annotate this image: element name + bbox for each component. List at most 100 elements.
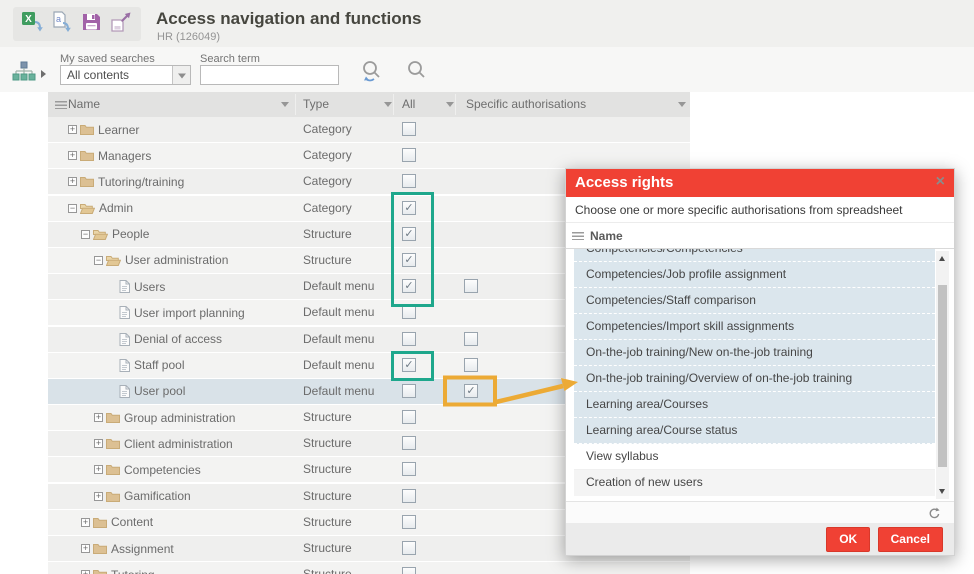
expand-toggle-icon[interactable]: + xyxy=(94,413,103,422)
row-label: User import planning xyxy=(134,306,245,320)
dropdown-button[interactable] xyxy=(172,66,190,84)
table-menu-icon[interactable] xyxy=(55,101,67,109)
folder-icon xyxy=(106,438,120,449)
folder-icon xyxy=(106,491,120,502)
row-label: Tutoring/training xyxy=(98,175,184,189)
filter-chevron-icon[interactable] xyxy=(384,102,392,107)
row-type: Structure xyxy=(303,510,352,535)
specific-checkbox[interactable] xyxy=(464,358,478,372)
row-type: Structure xyxy=(303,248,352,273)
saved-searches-label: My saved searches xyxy=(60,53,155,65)
expand-toggle-icon[interactable]: − xyxy=(81,230,90,239)
all-checkbox[interactable]: ✓ xyxy=(402,279,416,293)
modal-list-item[interactable]: On-the-job training/New on-the-job train… xyxy=(574,340,935,366)
expand-toggle-icon[interactable]: + xyxy=(81,570,90,574)
all-checkbox[interactable]: ✓ xyxy=(402,358,416,372)
all-checkbox[interactable]: ✓ xyxy=(402,253,416,267)
list-column-name: Name xyxy=(590,223,623,249)
expand-toggle-icon[interactable]: + xyxy=(68,125,77,134)
all-checkbox[interactable] xyxy=(402,489,416,503)
document-export-icon[interactable]: a xyxy=(50,10,76,39)
all-checkbox[interactable] xyxy=(402,384,416,398)
expand-toggle-icon[interactable]: + xyxy=(94,492,103,501)
column-divider xyxy=(393,94,394,115)
all-checkbox[interactable] xyxy=(402,515,416,529)
ok-button[interactable]: OK xyxy=(826,527,870,552)
scroll-up-icon[interactable] xyxy=(939,256,945,261)
modal-list-item[interactable]: Competencies/Staff comparison xyxy=(574,288,935,314)
close-icon[interactable]: × xyxy=(936,173,945,191)
table-row[interactable]: +ManagersCategory xyxy=(48,143,690,168)
row-label: User pool xyxy=(134,384,185,398)
all-checkbox[interactable] xyxy=(402,567,416,574)
cancel-button[interactable]: Cancel xyxy=(878,527,943,552)
search-term-input[interactable] xyxy=(200,65,339,85)
specific-checkbox[interactable] xyxy=(464,332,478,346)
document-icon xyxy=(119,306,130,319)
search-term-label: Search term xyxy=(200,53,260,65)
all-checkbox[interactable] xyxy=(402,332,416,346)
modal-list-item[interactable]: Learning area/Courses xyxy=(574,392,935,418)
modal-list-item[interactable]: Learning area/Course status xyxy=(574,418,935,444)
expand-toggle-icon[interactable]: + xyxy=(81,544,90,553)
modal-list-item[interactable]: Creation of new users xyxy=(574,470,935,496)
specific-checkbox[interactable]: ✓ xyxy=(464,384,478,398)
all-checkbox[interactable] xyxy=(402,410,416,424)
expand-toggle-icon[interactable]: − xyxy=(94,256,103,265)
row-label: Admin xyxy=(99,201,133,215)
expand-toggle-icon[interactable]: + xyxy=(94,439,103,448)
table-row[interactable]: +LearnerCategory xyxy=(48,117,690,142)
expand-toggle-icon[interactable]: + xyxy=(68,177,77,186)
list-menu-icon[interactable] xyxy=(572,232,584,240)
all-checkbox[interactable] xyxy=(402,148,416,162)
excel-export-icon[interactable]: X xyxy=(19,10,45,39)
row-label: Assignment xyxy=(111,542,174,556)
all-checkbox[interactable] xyxy=(402,462,416,476)
row-label: Managers xyxy=(98,149,151,163)
dialog-footer: OK Cancel xyxy=(566,523,954,555)
table-row[interactable]: +TutoringStructure xyxy=(48,562,690,574)
all-checkbox[interactable] xyxy=(402,541,416,555)
modal-list-item[interactable]: Competencies/Import skill assignments xyxy=(574,314,935,340)
row-type: Category xyxy=(303,196,352,221)
tree-view-icon[interactable] xyxy=(12,61,36,88)
row-type: Category xyxy=(303,169,352,194)
filter-chevron-icon[interactable] xyxy=(446,102,454,107)
header-action-group: X a xyxy=(13,7,141,41)
saved-searches-select[interactable]: All contents xyxy=(60,65,191,85)
row-type: Structure xyxy=(303,222,352,247)
tree-expand-caret-icon[interactable] xyxy=(41,70,46,78)
search-reset-icon[interactable] xyxy=(358,59,386,90)
expand-toggle-icon[interactable]: + xyxy=(94,465,103,474)
dialog-list-viewport: Competencies/CompetenciesCompetencies/Jo… xyxy=(574,249,935,501)
scrollbar-thumb[interactable] xyxy=(938,285,947,467)
expand-toggle-icon[interactable]: + xyxy=(68,151,77,160)
all-checkbox[interactable]: ✓ xyxy=(402,201,416,215)
all-checkbox[interactable] xyxy=(402,174,416,188)
modal-list-item[interactable]: On-the-job training/Overview of on-the-j… xyxy=(574,366,935,392)
modal-list-item[interactable]: Competencies/Competencies xyxy=(574,249,935,262)
all-checkbox[interactable] xyxy=(402,122,416,136)
expand-toggle-icon[interactable]: + xyxy=(81,518,90,527)
access-rights-dialog: Access rights × Choose one or more speci… xyxy=(565,168,955,556)
modal-list-item[interactable]: Competencies/Job profile assignment xyxy=(574,262,935,288)
dialog-refresh-bar xyxy=(566,501,954,525)
table-header: Name Type All Specific authorisations xyxy=(48,92,690,117)
filter-chevron-icon[interactable] xyxy=(678,102,686,107)
search-icon[interactable] xyxy=(404,59,430,90)
modal-list-item[interactable]: View syllabus xyxy=(574,444,935,470)
all-checkbox[interactable] xyxy=(402,305,416,319)
folder-open-icon xyxy=(80,203,95,214)
save-export-icon[interactable] xyxy=(109,10,135,39)
save-icon[interactable] xyxy=(80,10,104,39)
filter-chevron-icon[interactable] xyxy=(281,102,289,107)
scrollbar[interactable] xyxy=(936,251,949,499)
folder-open-icon xyxy=(93,229,108,240)
all-checkbox[interactable]: ✓ xyxy=(402,227,416,241)
folder-icon xyxy=(93,543,107,554)
document-icon xyxy=(119,333,130,346)
scroll-down-icon[interactable] xyxy=(939,489,945,494)
specific-checkbox[interactable] xyxy=(464,279,478,293)
all-checkbox[interactable] xyxy=(402,436,416,450)
expand-toggle-icon[interactable]: − xyxy=(68,204,77,213)
